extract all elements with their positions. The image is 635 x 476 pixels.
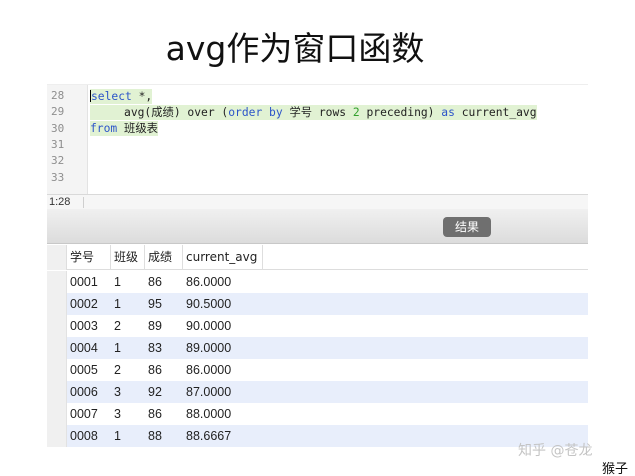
column-header[interactable]: 班级 <box>111 245 145 270</box>
table-row[interactable]: 0006 3 92 87.0000 <box>67 381 588 403</box>
line-number: 33 <box>51 171 65 184</box>
cell-student-id: 0008 <box>70 429 98 443</box>
cell-class: 1 <box>114 275 121 289</box>
cell-score: 83 <box>148 341 162 355</box>
cell-student-id: 0004 <box>70 341 98 355</box>
cell-student-id: 0006 <box>70 385 98 399</box>
status-divider <box>83 197 84 208</box>
cell-class: 2 <box>114 363 121 377</box>
row-header[interactable] <box>47 337 67 359</box>
cell-class: 1 <box>114 429 121 443</box>
row-header[interactable] <box>47 359 67 381</box>
table-row[interactable]: 0008 1 88 88.6667 <box>67 425 588 447</box>
column-header[interactable]: 成绩 <box>145 245 183 270</box>
author-watermark: 猴子 <box>602 462 629 476</box>
keyword-as: as <box>441 106 455 119</box>
cell-student-id: 0007 <box>70 407 98 421</box>
code-line-select[interactable]: select *, <box>90 89 153 104</box>
cell-class: 1 <box>114 297 121 311</box>
cell-current-avg: 88.6667 <box>186 429 232 443</box>
cell-class: 3 <box>114 385 121 399</box>
sql-editor[interactable]: 28 29 30 31 32 33 select *, avg(成绩) over… <box>47 84 588 195</box>
cell-current-avg: 88.0000 <box>186 407 232 421</box>
table-header: 学号 班级 成绩 current_avg <box>47 245 588 270</box>
cell-class: 2 <box>114 319 121 333</box>
line-number: 32 <box>51 154 65 167</box>
row-header[interactable] <box>47 403 67 425</box>
row-header-corner <box>47 245 67 270</box>
zhihu-watermark: 知乎 @苍龙 <box>518 443 593 459</box>
table-row[interactable]: 0005 2 86 86.0000 <box>67 359 588 381</box>
cell-student-id: 0002 <box>70 297 98 311</box>
table-row[interactable]: 0002 1 95 90.5000 <box>67 293 588 315</box>
code-text: 班级表 <box>117 122 158 135</box>
line-number: 30 <box>51 122 65 135</box>
column-header[interactable]: 学号 <box>67 245 111 270</box>
code-line-from[interactable]: from 班级表 <box>90 121 158 136</box>
cell-current-avg: 86.0000 <box>186 275 232 289</box>
cursor-position: 1:28 <box>49 196 71 208</box>
cell-score: 95 <box>148 297 162 311</box>
cell-score: 92 <box>148 385 162 399</box>
line-number: 31 <box>51 138 65 151</box>
table-row[interactable]: 0003 2 89 90.0000 <box>67 315 588 337</box>
code-text: avg(成绩) over ( <box>124 106 229 119</box>
cell-student-id: 0001 <box>70 275 98 289</box>
cell-current-avg: 87.0000 <box>186 385 232 399</box>
row-header[interactable] <box>47 381 67 403</box>
cell-student-id: 0003 <box>70 319 98 333</box>
keyword-order-by: order by <box>228 106 283 119</box>
cell-score: 89 <box>148 319 162 333</box>
row-header[interactable] <box>47 271 67 293</box>
cell-student-id: 0005 <box>70 363 98 377</box>
line-number: 28 <box>51 89 65 102</box>
code-text: current_avg <box>454 106 537 119</box>
editor-statusbar: 1:28 <box>47 194 588 209</box>
cell-score: 88 <box>148 429 162 443</box>
results-toolbar: 结果 <box>47 209 588 244</box>
cell-class: 3 <box>114 407 121 421</box>
cell-score: 86 <box>148 407 162 421</box>
tab-results[interactable]: 结果 <box>443 217 491 237</box>
table-row[interactable]: 0001 1 86 86.0000 <box>67 271 588 293</box>
cell-score: 86 <box>148 275 162 289</box>
cell-current-avg: 90.0000 <box>186 319 232 333</box>
table-row[interactable]: 0007 3 86 88.0000 <box>67 403 588 425</box>
cell-class: 1 <box>114 341 121 355</box>
code-text: *, <box>131 90 153 103</box>
cell-current-avg: 89.0000 <box>186 341 232 355</box>
table-row[interactable]: 0004 1 83 89.0000 <box>67 337 588 359</box>
row-header[interactable] <box>47 293 67 315</box>
slide-title: avg作为窗口函数 <box>165 29 425 68</box>
line-number: 29 <box>51 105 65 118</box>
keyword-select: select <box>91 90 132 103</box>
cell-score: 86 <box>148 363 162 377</box>
row-header[interactable] <box>47 425 67 447</box>
code-line-avg[interactable]: avg(成绩) over (order by 学号 rows 2 precedi… <box>90 105 537 120</box>
row-header[interactable] <box>47 315 67 337</box>
number-literal: 2 <box>352 106 360 119</box>
line-number-gutter: 28 29 30 31 32 33 <box>47 85 88 195</box>
column-header[interactable]: current_avg <box>183 245 263 270</box>
keyword-from: from <box>90 122 118 135</box>
code-text: 学号 rows <box>282 106 353 119</box>
cell-current-avg: 86.0000 <box>186 363 232 377</box>
cell-current-avg: 90.5000 <box>186 297 232 311</box>
code-text: preceding) <box>359 106 442 119</box>
